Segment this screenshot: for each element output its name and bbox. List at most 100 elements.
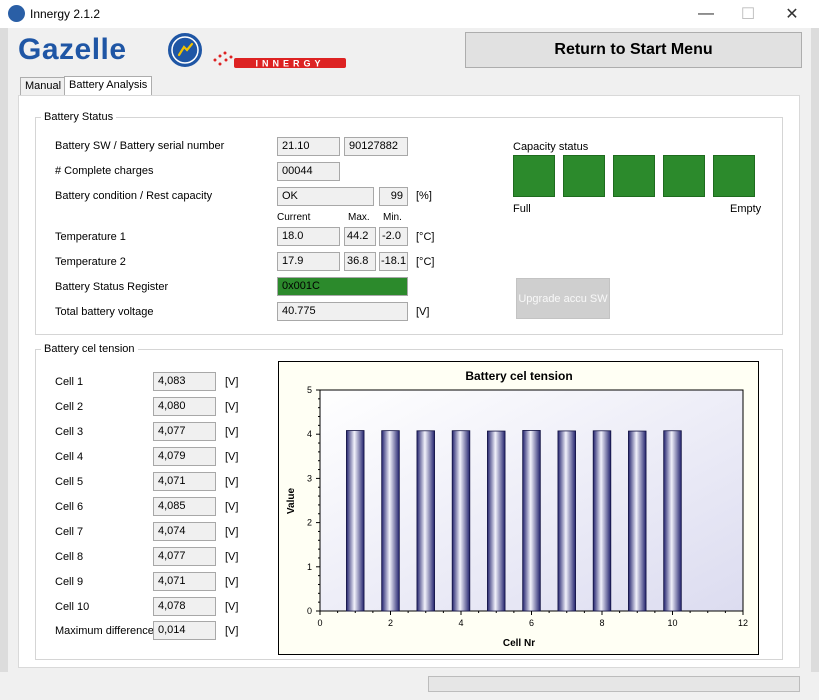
cell-4-unit: [V]: [225, 451, 239, 463]
bar-cell-7: [557, 430, 576, 612]
capacity-segment-4: [663, 155, 705, 197]
cell-7-label: Cell 7: [55, 526, 84, 538]
x-tick-label: 0: [317, 618, 322, 628]
gazelle-emblem-icon: [168, 33, 202, 67]
cell-2-field[interactable]: 4,080: [153, 397, 216, 416]
x-tick-label: 8: [599, 618, 604, 628]
status-progress-field: [428, 676, 800, 692]
x-tick-label: 10: [667, 618, 677, 628]
max-difference-label: Maximum difference: [55, 625, 154, 637]
cell-6-label: Cell 6: [55, 501, 84, 513]
capacity-segment-5: [713, 155, 755, 197]
cell-2-unit: [V]: [225, 401, 239, 413]
bar-cell-2: [381, 430, 400, 612]
bar-cell-6: [522, 430, 541, 612]
max-difference-unit: [V]: [225, 625, 239, 637]
bar-cell-3: [416, 430, 435, 612]
cel-tension-group-label: Battery cel tension: [41, 343, 138, 355]
cell-4-field[interactable]: 4,079: [153, 447, 216, 466]
cell-3-field[interactable]: 4,077: [153, 422, 216, 441]
temperature-1-label: Temperature 1: [55, 231, 126, 243]
temperature-1-current-field[interactable]: 18.0: [277, 227, 340, 246]
temperature-2-max-field[interactable]: 36.8: [344, 252, 376, 271]
cell-1-unit: [V]: [225, 376, 239, 388]
cel-tension-chart: Battery cel tension Cell Nr Value 012345…: [278, 361, 759, 655]
y-tick-label: 0: [307, 606, 312, 616]
complete-charges-field[interactable]: 00044: [277, 162, 340, 181]
cell-3-unit: [V]: [225, 426, 239, 438]
temperature-2-label: Temperature 2: [55, 256, 126, 268]
capacity-full-label: Full: [513, 203, 531, 215]
svg-text:INNERGY: INNERGY: [255, 59, 324, 69]
x-tick-label: 12: [738, 618, 748, 628]
cell-9-label: Cell 9: [55, 576, 84, 588]
cell-8-unit: [V]: [225, 551, 239, 563]
capacity-segment-1: [513, 155, 555, 197]
innergy-logo: INNERGY: [213, 51, 346, 69]
status-register-label: Battery Status Register: [55, 281, 169, 293]
max-header: Max.: [348, 212, 370, 223]
cell-1-field[interactable]: 4,083: [153, 372, 216, 391]
return-to-start-menu-button[interactable]: Return to Start Menu: [465, 32, 802, 68]
upgrade-accu-sw-button[interactable]: Upgrade accu SW: [516, 278, 610, 319]
chart-svg: Battery cel tension Cell Nr Value 012345…: [286, 369, 748, 649]
battery-status-group-label: Battery Status: [41, 111, 117, 123]
bar-cell-4: [451, 430, 471, 612]
condition-field[interactable]: OK: [277, 187, 374, 206]
total-voltage-field[interactable]: 40.775: [277, 302, 408, 321]
battery-sw-field[interactable]: 21.10: [277, 137, 340, 156]
bar-cell-1: [346, 430, 365, 612]
y-tick-label: 3: [307, 473, 312, 483]
cell-8-label: Cell 8: [55, 551, 84, 563]
y-tick-label: 5: [307, 385, 312, 395]
cell-3-label: Cell 3: [55, 426, 84, 438]
y-tick-label: 2: [307, 518, 312, 528]
cell-7-field[interactable]: 4,074: [153, 522, 216, 541]
cell-8-field[interactable]: 4,077: [153, 547, 216, 566]
close-button[interactable]: ✕: [769, 0, 815, 28]
bar-cell-5: [487, 430, 506, 612]
chart-title: Battery cel tension: [465, 369, 572, 383]
cell-7-unit: [V]: [225, 526, 239, 538]
tab-battery-analysis[interactable]: Battery Analysis: [64, 76, 153, 95]
total-voltage-unit: [V]: [416, 306, 430, 318]
app-icon: [8, 5, 25, 22]
cell-5-field[interactable]: 4,071: [153, 472, 216, 491]
cell-6-field[interactable]: 4,085: [153, 497, 216, 516]
y-tick-label: 1: [307, 562, 312, 572]
temperature-2-min-field[interactable]: -18.1: [379, 252, 408, 271]
status-register-field[interactable]: 0x001C: [277, 277, 408, 296]
minimize-button[interactable]: —: [683, 0, 729, 28]
complete-charges-label: # Complete charges: [55, 165, 154, 177]
cell-5-label: Cell 5: [55, 476, 84, 488]
window-frame-left: [0, 28, 8, 700]
sw-serial-label: Battery SW / Battery serial number: [55, 140, 225, 152]
condition-label: Battery condition / Rest capacity: [55, 190, 213, 202]
capacity-segment-3: [613, 155, 655, 197]
current-header: Current: [277, 212, 311, 223]
capacity-status-label: Capacity status: [513, 141, 589, 153]
max-difference-field[interactable]: 0,014: [153, 621, 216, 640]
cell-9-unit: [V]: [225, 576, 239, 588]
window-frame-right: [811, 28, 819, 700]
capacity-empty-label: Empty: [730, 203, 762, 215]
gazelle-logo: Gazelle: [18, 33, 127, 66]
serial-number-field[interactable]: 90127882: [344, 137, 408, 156]
temperature-2-current-field[interactable]: 17.9: [277, 252, 340, 271]
x-axis-label: Cell Nr: [503, 638, 535, 649]
temperature-1-min-field[interactable]: -2.0: [379, 227, 408, 246]
cell-1-label: Cell 1: [55, 376, 84, 388]
temperature-1-max-field[interactable]: 44.2: [344, 227, 376, 246]
tab-manual[interactable]: Manual: [20, 77, 67, 95]
bar-cell-9: [628, 430, 647, 612]
temperature-2-unit: [°C]: [416, 256, 435, 268]
cell-10-field[interactable]: 4,078: [153, 597, 216, 616]
maximize-button[interactable]: ☐: [725, 0, 771, 28]
total-voltage-label: Total battery voltage: [55, 306, 154, 318]
temperature-1-unit: [°C]: [416, 231, 435, 243]
window-title: Innergy 2.1.2: [30, 7, 101, 21]
cell-10-unit: [V]: [225, 601, 239, 613]
cell-9-field[interactable]: 4,071: [153, 572, 216, 591]
x-tick-label: 6: [529, 618, 534, 628]
rest-capacity-field[interactable]: 99: [379, 187, 408, 206]
